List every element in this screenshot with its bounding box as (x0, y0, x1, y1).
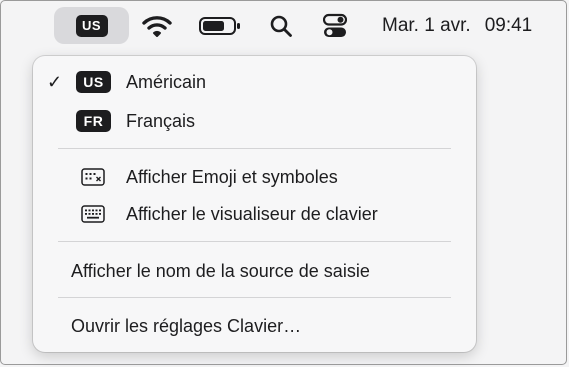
control-center-icon[interactable] (322, 12, 348, 40)
separator (58, 241, 451, 242)
menu-item-label: Français (126, 110, 196, 131)
menu-item-show-emoji[interactable]: Afficher Emoji et symboles (33, 160, 476, 194)
date-label: Mar. 1 avr. (382, 15, 471, 36)
input-source-badge: US (75, 14, 108, 37)
search-icon[interactable] (268, 13, 294, 39)
separator (58, 297, 451, 298)
keyboard-viewer-icon (81, 205, 105, 223)
wifi-icon[interactable] (141, 13, 173, 39)
menu-item-label: Ouvrir les réglages Clavier… (71, 315, 302, 336)
input-source-menu-button[interactable]: US (54, 7, 129, 44)
input-source-dropdown: ✓ US Américain FR Français Afficher Emoj… (33, 56, 476, 352)
clock[interactable]: Mar. 1 avr. 09:41 (382, 13, 532, 39)
menu-item-show-input-source-name[interactable]: Afficher le nom de la source de saisie (33, 254, 476, 288)
emoji-viewer-icon (81, 168, 105, 186)
menu-item-french[interactable]: FR Français (33, 104, 476, 138)
menu-item-label: Afficher le nom de la source de saisie (71, 260, 370, 281)
menu-item-american[interactable]: ✓ US Américain (33, 65, 476, 99)
menu-item-open-keyboard-settings[interactable]: Ouvrir les réglages Clavier… (33, 309, 476, 343)
checkmark-icon: ✓ (47, 71, 63, 92)
input-source-badge: FR (76, 110, 111, 132)
menu-item-label: Afficher Emoji et symboles (126, 166, 338, 187)
input-source-badge: US (76, 71, 111, 93)
separator (58, 148, 451, 149)
battery-icon[interactable] (198, 15, 242, 37)
menu-bar: US Mar. 1 avr. 09:41 (0, 0, 569, 50)
menu-item-show-keyboard-viewer[interactable]: Afficher le visualiseur de clavier (33, 197, 476, 231)
menu-item-label: Afficher le visualiseur de clavier (126, 203, 378, 224)
time-label: 09:41 (484, 15, 533, 36)
menu-item-label: Américain (126, 71, 207, 92)
